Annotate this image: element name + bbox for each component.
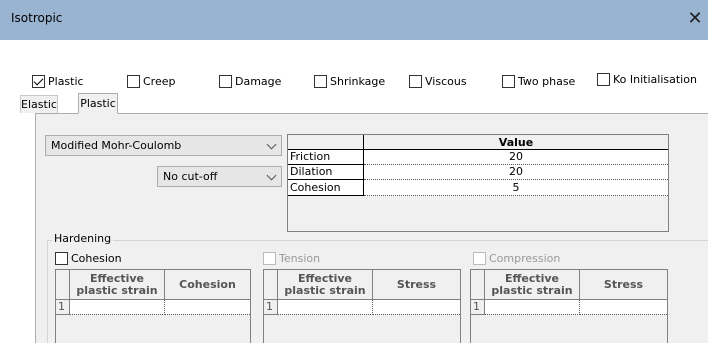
tab-elastic[interactable]: Elastic <box>20 95 58 113</box>
checkbox-creep[interactable]: Creep <box>127 75 175 88</box>
checkbox-box <box>263 252 276 265</box>
checkbox-label: Two phase <box>518 75 576 88</box>
checkbox-label: Creep <box>143 75 176 88</box>
grid-header-stress: Stress <box>580 270 667 300</box>
row-number: 1 <box>56 300 70 315</box>
hardening-compression-grid: Effective plastic strain Stress 1 <box>470 269 668 343</box>
checkbox-box <box>597 73 610 86</box>
grid-header-value: Value <box>364 135 668 150</box>
grid-cell[interactable] <box>373 300 460 315</box>
checkbox-hardening-tension[interactable]: Tension <box>263 252 320 265</box>
checkbox-hardening-compression[interactable]: Compression <box>473 252 560 265</box>
checkbox-label: Damage <box>235 75 282 88</box>
grid-cell[interactable] <box>485 300 580 315</box>
checkbox-box <box>314 75 327 88</box>
checkbox-box <box>55 252 68 265</box>
checkbox-plastic[interactable]: Plastic <box>32 75 84 88</box>
checkbox-ko-initialisation[interactable]: Ko Initialisation <box>597 73 697 86</box>
grid-corner <box>56 270 70 300</box>
param-name-friction-angle: Friction angle <box>288 150 364 177</box>
title-bar: Isotropic ✕ <box>0 0 708 40</box>
grid-corner <box>288 135 364 150</box>
checkbox-label: Viscous <box>425 75 467 88</box>
hardening-tension-grid: Effective plastic strain Stress 1 <box>263 269 461 343</box>
chevron-down-icon <box>266 139 277 150</box>
param-name-cohesion: Cohesion <box>288 180 364 196</box>
grid-cell[interactable] <box>165 300 250 315</box>
grid-header-effective-plastic-strain: Effective plastic strain <box>278 270 373 300</box>
checkbox-label: Ko Initialisation <box>613 73 697 86</box>
hardening-group-label: Hardening <box>52 232 114 245</box>
row-number: 1 <box>264 300 278 315</box>
checkbox-damage[interactable]: Damage <box>219 75 281 88</box>
checkbox-label: Cohesion <box>71 252 122 265</box>
grid-corner <box>264 270 278 300</box>
checkbox-label: Shrinkage <box>330 75 386 88</box>
grid-cell[interactable] <box>580 300 667 315</box>
model-select[interactable]: Modified Mohr-Coulomb <box>45 135 282 156</box>
cutoff-select[interactable]: No cut-off <box>157 166 282 187</box>
tab-plastic[interactable]: Plastic <box>78 93 118 114</box>
model-select-value: Modified Mohr-Coulomb <box>51 139 182 152</box>
param-value-dilation-angle[interactable]: 20 <box>364 165 668 180</box>
close-icon[interactable]: ✕ <box>684 8 706 30</box>
window-title: Isotropic <box>11 11 63 25</box>
grid-header-stress: Stress <box>373 270 460 300</box>
checkbox-label: Tension <box>279 252 321 265</box>
param-value-cohesion[interactable]: 5 <box>364 180 668 196</box>
hardening-cohesion-grid: Effective plastic strain Cohesion 1 <box>55 269 251 343</box>
checkbox-hardening-cohesion[interactable]: Cohesion <box>55 252 122 265</box>
checkbox-box <box>219 75 232 88</box>
grid-cell[interactable] <box>278 300 373 315</box>
checkbox-shrinkage[interactable]: Shrinkage <box>314 75 385 88</box>
checkbox-two-phase[interactable]: Two phase <box>502 75 575 88</box>
checkbox-box <box>32 75 45 88</box>
checkbox-box <box>502 75 515 88</box>
checkbox-label: Plastic <box>48 75 84 88</box>
checkbox-box <box>473 252 486 265</box>
checkbox-box <box>409 75 422 88</box>
chevron-down-icon <box>266 170 277 181</box>
grid-header-effective-plastic-strain: Effective plastic strain <box>485 270 580 300</box>
grid-header-effective-plastic-strain: Effective plastic strain <box>70 270 165 300</box>
grid-header-cohesion: Cohesion <box>165 270 250 300</box>
checkbox-label: Compression <box>489 252 561 265</box>
param-value-friction-angle[interactable]: 20 <box>364 150 668 165</box>
grid-cell[interactable] <box>70 300 165 315</box>
checkbox-box <box>127 75 140 88</box>
param-name-dilation-angle: Dilation angle <box>288 165 364 192</box>
cutoff-select-value: No cut-off <box>163 170 218 183</box>
checkbox-viscous[interactable]: Viscous <box>409 75 467 88</box>
row-number: 1 <box>471 300 485 315</box>
parameter-grid: Value Friction angle 20 Dilation angle 2… <box>287 134 669 232</box>
grid-corner <box>471 270 485 300</box>
